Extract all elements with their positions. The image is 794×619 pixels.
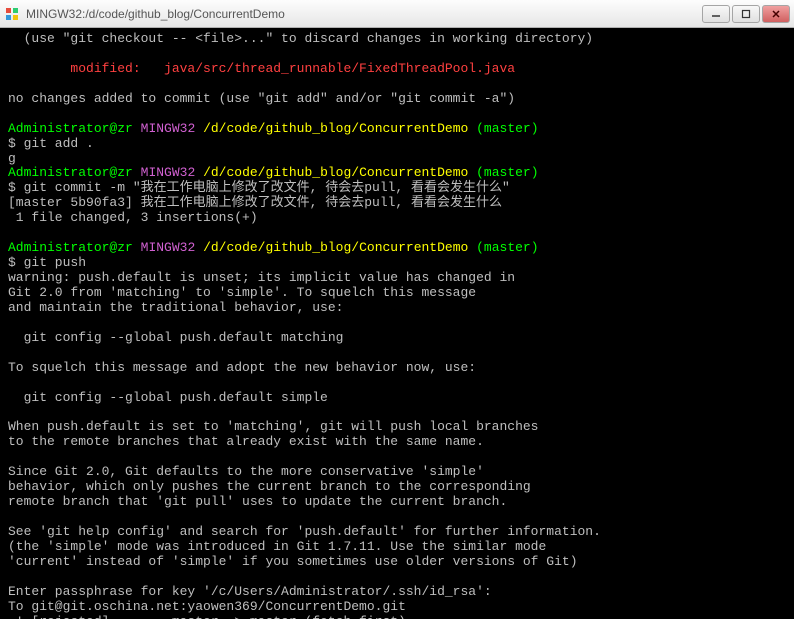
output-line: Enter passphrase for key '/c/Users/Admin…	[8, 584, 492, 599]
maximize-button[interactable]	[732, 5, 760, 23]
minimize-button[interactable]	[702, 5, 730, 23]
output-line: no changes added to commit (use "git add…	[8, 91, 515, 106]
output-line: ! [rejected] master -> master (fetch fir…	[8, 614, 406, 619]
prompt-path: /d/code/github_blog/ConcurrentDemo	[203, 165, 468, 180]
output-line: [master 5b90fa3] 我在工作电脑上修改了改文件, 待会去pull,…	[8, 195, 502, 210]
output-line: (the 'simple' mode was introduced in Git…	[8, 539, 546, 554]
output-line: To git@git.oschina.net:yaowen369/Concurr…	[8, 599, 406, 614]
output-line: remote branch that 'git pull' uses to up…	[8, 494, 507, 509]
output-line: g	[8, 151, 16, 166]
output-line: warning: push.default is unset; its impl…	[8, 270, 515, 285]
prompt-branch: (master)	[476, 121, 538, 136]
output-line: Since Git 2.0, Git defaults to the more …	[8, 464, 484, 479]
output-line: behavior, which only pushes the current …	[8, 479, 531, 494]
command-line: $ git add .	[8, 136, 94, 151]
prompt-userhost: Administrator@zr	[8, 240, 133, 255]
output-line: modified: java/src/thread_runnable/Fixed…	[8, 61, 515, 76]
prompt-branch: (master)	[476, 165, 538, 180]
output-line: git config --global push.default matchin…	[8, 330, 343, 345]
output-line: to the remote branches that already exis…	[8, 434, 484, 449]
close-button[interactable]	[762, 5, 790, 23]
command-line: $ git push	[8, 255, 86, 270]
prompt-branch: (master)	[476, 240, 538, 255]
window-buttons	[702, 5, 790, 23]
prompt-shell: MINGW32	[141, 240, 196, 255]
window-titlebar: MINGW32:/d/code/github_blog/ConcurrentDe…	[0, 0, 794, 28]
output-line: 'current' instead of 'simple' if you som…	[8, 554, 578, 569]
output-line: and maintain the traditional behavior, u…	[8, 300, 343, 315]
output-line: When push.default is set to 'matching', …	[8, 419, 539, 434]
prompt-userhost: Administrator@zr	[8, 165, 133, 180]
window-title: MINGW32:/d/code/github_blog/ConcurrentDe…	[26, 7, 702, 21]
output-line: 1 file changed, 3 insertions(+)	[8, 210, 258, 225]
output-line: See 'git help config' and search for 'pu…	[8, 524, 601, 539]
command-line: $ git commit -m "我在工作电脑上修改了改文件, 待会去pull,…	[8, 180, 510, 195]
output-line: Git 2.0 from 'matching' to 'simple'. To …	[8, 285, 476, 300]
prompt-shell: MINGW32	[141, 165, 196, 180]
output-line: To squelch this message and adopt the ne…	[8, 360, 476, 375]
prompt-path: /d/code/github_blog/ConcurrentDemo	[203, 121, 468, 136]
app-icon	[4, 6, 20, 22]
prompt-shell: MINGW32	[141, 121, 196, 136]
prompt-userhost: Administrator@zr	[8, 121, 133, 136]
prompt-path: /d/code/github_blog/ConcurrentDemo	[203, 240, 468, 255]
output-line: git config --global push.default simple	[8, 390, 328, 405]
terminal-body[interactable]: (use "git checkout -- <file>..." to disc…	[0, 28, 794, 619]
output-line: (use "git checkout -- <file>..." to disc…	[8, 31, 593, 46]
